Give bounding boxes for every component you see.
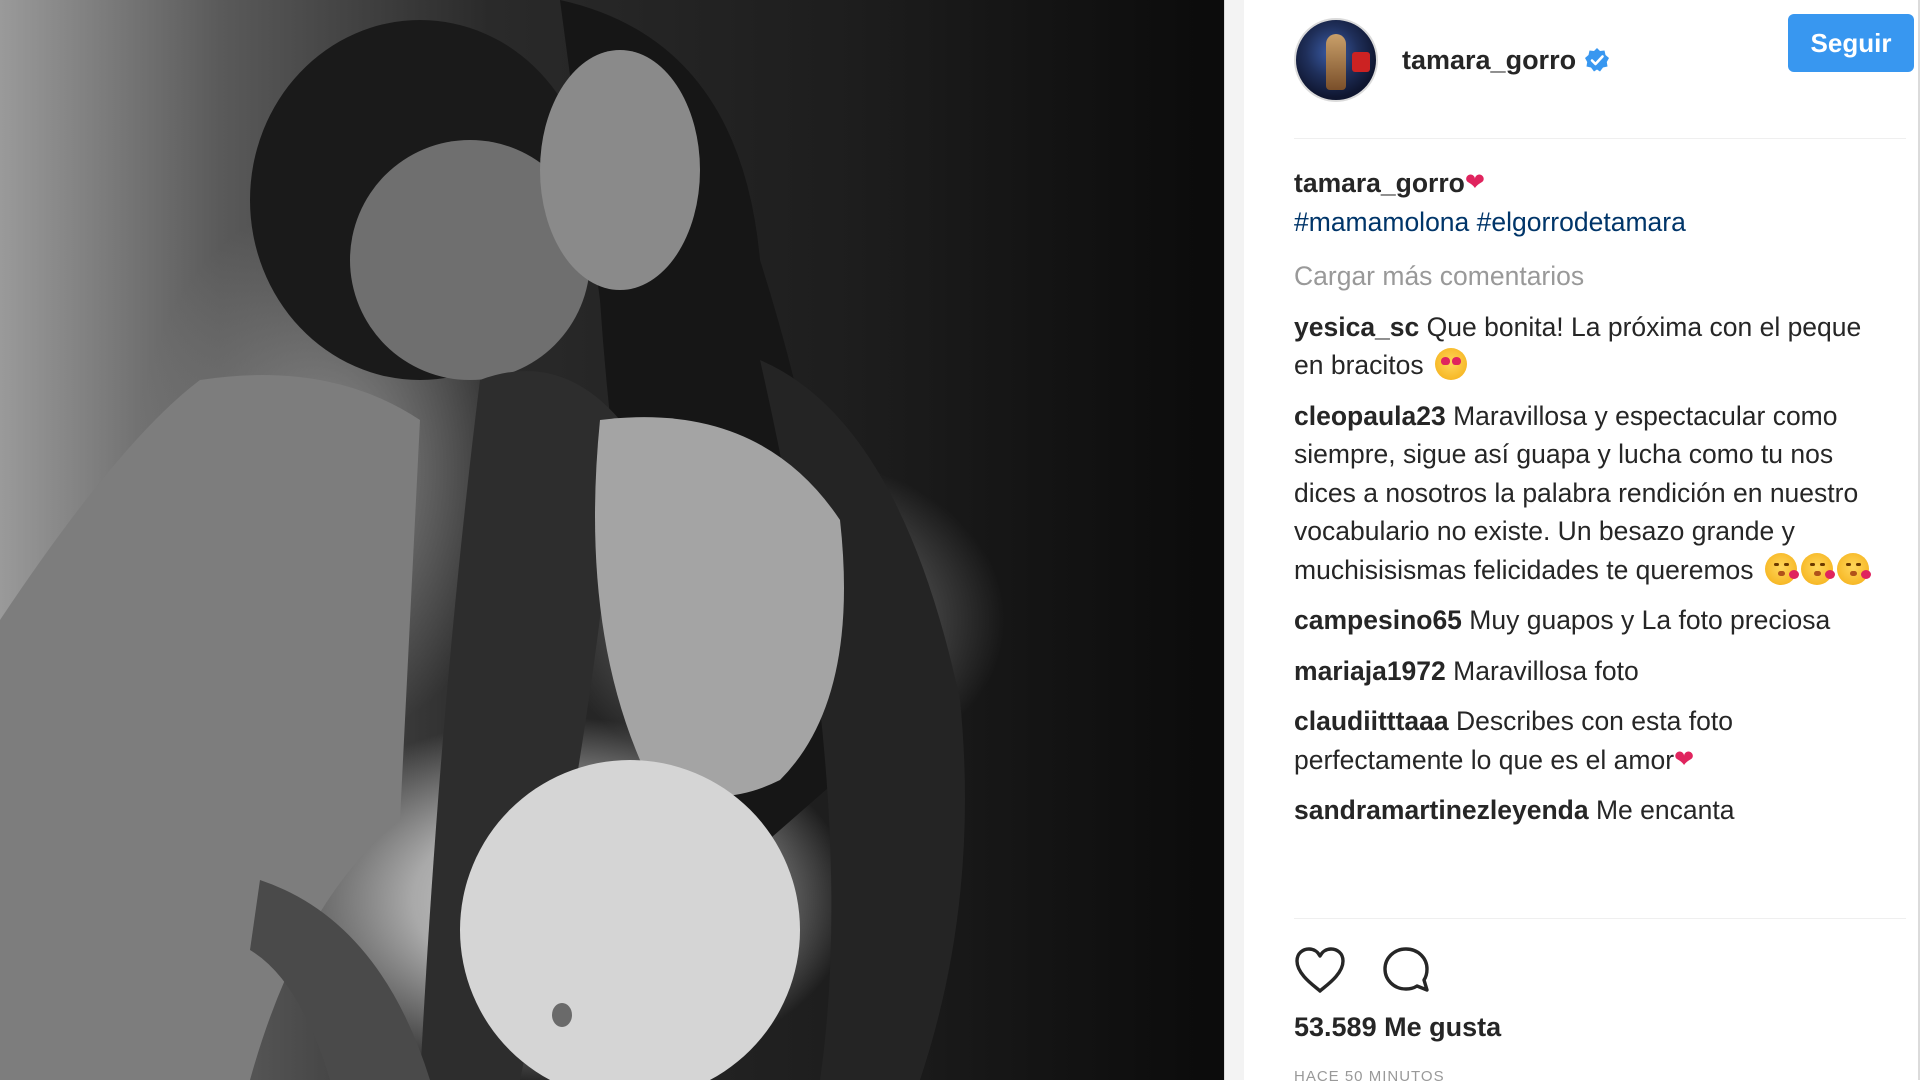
- photo-edge: [1204, 0, 1224, 1080]
- follow-button[interactable]: Seguir: [1788, 14, 1914, 72]
- likes-count[interactable]: 53.589 Me gusta: [1294, 1012, 1501, 1043]
- comment-username[interactable]: sandramartinezleyenda: [1294, 795, 1589, 825]
- list-item: campesino65 Muy guapos y La foto precios…: [1294, 601, 1894, 640]
- comment-username[interactable]: yesica_sc: [1294, 312, 1419, 342]
- verified-badge-icon: [1584, 47, 1610, 73]
- post-sidebar: tamara_gorro Seguir tamara_gorro❤ #mamam…: [1244, 0, 1918, 1085]
- action-bar: [1294, 940, 1432, 1000]
- comments-list[interactable]: tamara_gorro❤ #mamamolona #elgorrodetama…: [1294, 164, 1894, 916]
- post-timestamp: HACE 50 MINUTOS: [1294, 1068, 1445, 1085]
- heart-emoji-icon: ❤: [1464, 169, 1485, 196]
- list-item: sandramartinezleyenda Me encanta: [1294, 791, 1894, 830]
- caption: tamara_gorro❤ #mamamolona #elgorrodetama…: [1294, 164, 1894, 241]
- heart-emoji-icon: ❤: [1674, 745, 1695, 773]
- comment-text: Muy guapos y La foto preciosa: [1469, 605, 1831, 635]
- comment-username[interactable]: cleopaula23: [1294, 401, 1446, 431]
- comment-username[interactable]: campesino65: [1294, 605, 1462, 635]
- pane-divider: [1224, 0, 1244, 1080]
- header-username[interactable]: tamara_gorro: [1402, 45, 1576, 76]
- heart-eyes-emoji-icon: [1435, 348, 1468, 380]
- comment-icon[interactable]: [1380, 944, 1432, 996]
- heart-icon[interactable]: [1294, 944, 1346, 996]
- list-item: claudiitttaaa Describes con esta foto pe…: [1294, 702, 1894, 779]
- header-divider: [1294, 138, 1906, 139]
- list-item: mariaja1972 Maravillosa foto: [1294, 652, 1894, 691]
- comment-username[interactable]: claudiitttaaa: [1294, 706, 1449, 736]
- avatar[interactable]: [1294, 18, 1378, 102]
- comments-divider: [1294, 918, 1906, 919]
- photo-silhouette: [0, 0, 965, 1080]
- post-photo[interactable]: [0, 0, 1224, 1080]
- comment-text: Me encanta: [1595, 795, 1735, 825]
- caption-username[interactable]: tamara_gorro: [1294, 168, 1465, 198]
- load-more-comments-link[interactable]: Cargar más comentarios: [1294, 257, 1894, 296]
- kiss-emoji-icon: [1764, 552, 1799, 585]
- caption-hashtags[interactable]: #mamamolona #elgorrodetamara: [1294, 207, 1686, 237]
- comment-text: Maravillosa foto: [1453, 655, 1639, 686]
- kiss-emoji-icon: [1836, 552, 1871, 585]
- kiss-emoji-icon: [1800, 552, 1835, 585]
- comment-username[interactable]: mariaja1972: [1294, 656, 1446, 686]
- list-item: yesica_sc Que bonita! La próxima con el …: [1294, 308, 1894, 385]
- list-item: cleopaula23 Maravillosa y espectacular c…: [1294, 397, 1894, 590]
